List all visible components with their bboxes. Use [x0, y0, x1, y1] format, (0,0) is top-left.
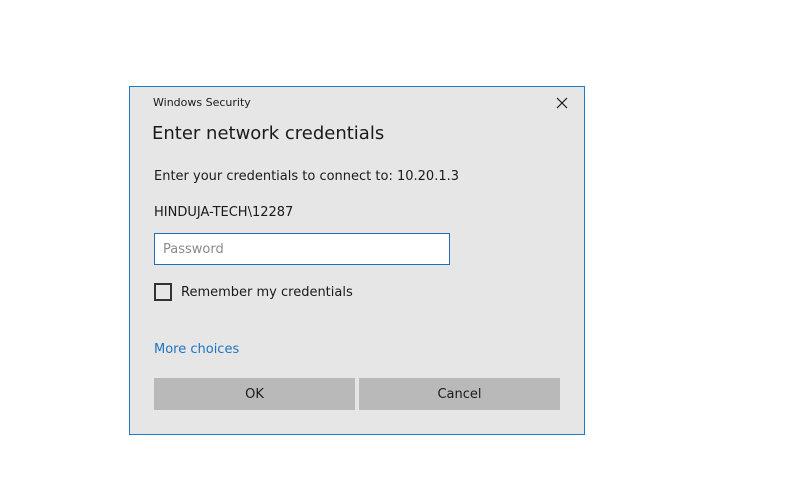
password-input[interactable]: [154, 233, 450, 265]
cancel-button[interactable]: Cancel: [359, 378, 560, 410]
credentials-dialog: Windows Security Enter network credentia…: [129, 86, 585, 435]
close-button[interactable]: [548, 92, 576, 114]
more-choices-link[interactable]: More choices: [154, 342, 239, 357]
password-field-wrapper: [154, 233, 450, 265]
window-title: Windows Security: [153, 96, 251, 109]
username-label: HINDUJA-TECH\12287: [154, 205, 294, 220]
remember-credentials-label: Remember my credentials: [181, 284, 353, 300]
close-icon: [556, 97, 568, 109]
ok-button[interactable]: OK: [154, 378, 355, 410]
connection-prompt: Enter your credentials to connect to: 10…: [154, 169, 459, 184]
remember-credentials-checkbox[interactable]: [154, 283, 172, 301]
dialog-heading: Enter network credentials: [152, 123, 385, 144]
remember-credentials-option[interactable]: Remember my credentials: [154, 283, 353, 301]
